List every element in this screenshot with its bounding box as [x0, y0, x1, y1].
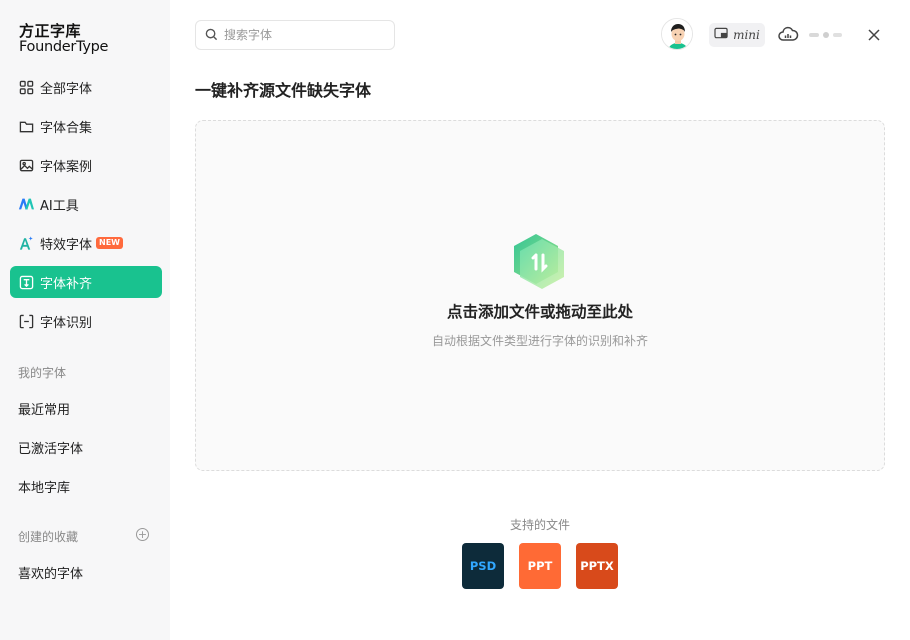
new-badge: NEW	[96, 237, 123, 249]
ai-logo-icon	[18, 196, 34, 212]
close-icon[interactable]	[866, 27, 882, 43]
scan-icon	[18, 313, 34, 329]
folder-icon	[18, 118, 34, 134]
drop-subtitle: 自动根据文件类型进行字体的识别和补齐	[431, 334, 648, 348]
mini-label: mini	[733, 28, 760, 42]
sidebar-item-effect-fonts[interactable]: 特效字体 NEW	[10, 227, 162, 259]
grid-icon	[18, 79, 34, 95]
sidebar: 方正字库 FounderType 全部字体 字体合集 字体案例 AI工具 特效字…	[0, 0, 170, 640]
drop-title: 点击添加文件或拖动至此处	[446, 303, 633, 321]
image-icon	[18, 157, 34, 173]
logo-subtitle: FounderType	[19, 39, 109, 55]
sidebar-item-font-collections[interactable]: 字体合集	[10, 110, 162, 142]
main-nav: 全部字体 字体合集 字体案例 AI工具 特效字体 NEW 字体补齐 字体识别	[10, 71, 162, 344]
sidebar-item-all-fonts[interactable]: 全部字体	[10, 71, 162, 103]
sidebar-item-label: 字体案例	[40, 159, 93, 175]
avatar[interactable]	[661, 18, 693, 50]
my-fonts-heading: 我的字体	[18, 366, 67, 380]
page-title: 一键补齐源文件缺失字体	[195, 81, 372, 100]
sidebar-item-font-recognition[interactable]: 字体识别	[10, 305, 162, 337]
upload-icon	[510, 233, 570, 293]
sidebar-item-label: 全部字体	[40, 81, 93, 97]
sidebar-item-label: 字体补齐	[40, 276, 93, 292]
sidebar-item-activated[interactable]: 已激活字体	[18, 438, 83, 457]
sidebar-item-label: 特效字体	[40, 237, 93, 253]
pptx-file-icon: PPTX	[576, 543, 618, 589]
file-drop-zone[interactable]: 点击添加文件或拖动至此处 自动根据文件类型进行字体的识别和补齐	[195, 120, 885, 471]
search-icon	[205, 26, 218, 45]
sidebar-item-label: AI工具	[40, 198, 79, 214]
supported-files-label: 支持的文件	[509, 518, 570, 532]
search-input[interactable]	[224, 28, 384, 42]
search-box[interactable]	[195, 20, 395, 50]
sidebar-item-label: 字体识别	[40, 315, 93, 331]
psd-file-icon: PSD	[462, 543, 504, 589]
logo-title: 方正字库	[19, 22, 82, 40]
ppt-file-icon: PPT	[519, 543, 561, 589]
sidebar-item-label: 字体合集	[40, 120, 93, 136]
app-logo[interactable]: 方正字库 FounderType	[19, 23, 108, 55]
sparkle-a-icon	[18, 235, 34, 251]
collections-heading: 创建的收藏	[18, 530, 79, 544]
mini-mode-button[interactable]: mini	[709, 23, 765, 47]
sync-icon[interactable]	[777, 24, 799, 46]
sidebar-item-font-completion[interactable]: 字体补齐	[10, 266, 162, 298]
add-collection-icon[interactable]: +	[136, 528, 149, 541]
sidebar-item-favorite-fonts[interactable]: 喜欢的字体	[18, 563, 83, 582]
sidebar-item-ai-tools[interactable]: AI工具	[10, 188, 162, 220]
sidebar-item-local-library[interactable]: 本地字库	[18, 477, 70, 496]
mini-window-icon	[714, 27, 729, 43]
sidebar-item-font-cases[interactable]: 字体案例	[10, 149, 162, 181]
font-fill-icon	[18, 274, 34, 290]
sidebar-item-recent[interactable]: 最近常用	[18, 399, 70, 418]
window-controls-icon[interactable]	[805, 26, 845, 44]
